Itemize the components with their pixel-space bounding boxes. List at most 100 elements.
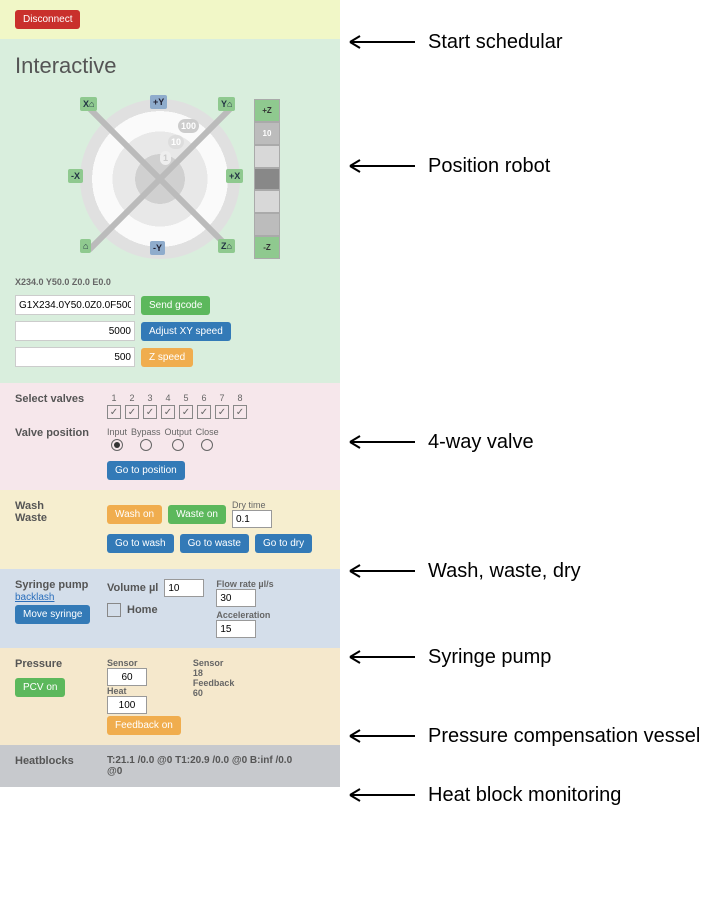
gcode-input[interactable] [15, 295, 135, 315]
minus-z-button[interactable]: -Z [254, 236, 280, 259]
select-valves-label: Select valves [15, 393, 95, 419]
volume-label: Volume µl [107, 582, 158, 594]
go-wash-button[interactable]: Go to wash [107, 534, 174, 553]
z-step-10[interactable]: 10 [254, 122, 280, 145]
step-10[interactable]: 10 [168, 135, 184, 149]
valve-checkbox-7[interactable]: ✓ [215, 405, 229, 419]
valve-number: 7 [219, 393, 224, 403]
move-syringe-button[interactable]: Move syringe [15, 605, 90, 624]
wash-on-button[interactable]: Wash on [107, 505, 162, 524]
jog-wheel[interactable]: X⌂ +Y Y⌂ -X +X ⌂ -Y Z⌂ 100 10 1 +Z 10 [60, 89, 280, 269]
z-step-n1[interactable] [254, 190, 280, 213]
valve-checkbox-4[interactable]: ✓ [161, 405, 175, 419]
z-speed-input[interactable] [15, 347, 135, 367]
feedback-read-label: Feedback [193, 678, 235, 688]
flow-input[interactable] [216, 589, 256, 607]
sensor-input-label: Sensor [107, 658, 181, 668]
step-100[interactable]: 100 [178, 119, 199, 133]
anno-syringe: Syringe pump [428, 646, 551, 669]
home-checkbox[interactable] [107, 603, 121, 617]
dry-time-label: Dry time [232, 500, 272, 510]
scheduler-section: Disconnect [0, 0, 340, 39]
backlash-link[interactable]: backlash [15, 592, 54, 603]
interactive-title: Interactive [15, 53, 325, 79]
z-column[interactable]: +Z 10 -Z [254, 99, 280, 259]
go-waste-button[interactable]: Go to waste [180, 534, 249, 553]
valve-checkbox-1[interactable]: ✓ [107, 405, 121, 419]
valve-radio-bypass[interactable] [140, 439, 152, 451]
valve-checkbox-2[interactable]: ✓ [125, 405, 139, 419]
valve-number: 1 [111, 393, 116, 403]
feedback-read-value: 60 [193, 688, 235, 698]
xy-wheel[interactable] [80, 99, 240, 259]
disconnect-button[interactable]: Disconnect [15, 10, 80, 29]
valve-number: 8 [237, 393, 242, 403]
valve-position-label: Valve position [15, 427, 95, 451]
valve-number: 6 [201, 393, 206, 403]
valve-option-label: Bypass [131, 427, 161, 437]
valve-checkboxes: 1✓2✓3✓4✓5✓6✓7✓8✓ [107, 393, 247, 419]
minus-x-button[interactable]: -X [68, 169, 83, 183]
position-readout: X234.0 Y50.0 Z0.0 E0.0 [15, 277, 325, 287]
heatblocks-readout: T:21.1 /0.0 @0 T1:20.9 /0.0 @0 B:inf /0.… [107, 755, 307, 777]
volume-input[interactable] [164, 579, 204, 597]
valve-radio-output[interactable] [172, 439, 184, 451]
adjust-xy-button[interactable]: Adjust XY speed [141, 322, 231, 341]
z-step-0[interactable] [254, 168, 280, 191]
minus-y-button[interactable]: -Y [150, 241, 165, 255]
go-dry-button[interactable]: Go to dry [255, 534, 312, 553]
plus-x-button[interactable]: +X [226, 169, 243, 183]
syringe-label: Syringe pump [15, 579, 95, 591]
valve-number: 4 [165, 393, 170, 403]
annotations-column: Start schedular Position robot 4-way val… [340, 0, 717, 807]
home-z-icon[interactable]: Z⌂ [218, 239, 235, 253]
heat-input[interactable] [107, 696, 147, 714]
pcv-on-button[interactable]: PCV on [15, 678, 65, 697]
accel-label: Acceleration [216, 610, 273, 620]
xy-speed-input[interactable] [15, 321, 135, 341]
valve-checkbox-8[interactable]: ✓ [233, 405, 247, 419]
valve-number: 3 [147, 393, 152, 403]
valve-checkbox-6[interactable]: ✓ [197, 405, 211, 419]
flow-label: Flow rate µl/s [216, 579, 273, 589]
waste-on-button[interactable]: Waste on [168, 505, 226, 524]
valve-checkbox-5[interactable]: ✓ [179, 405, 193, 419]
dry-time-input[interactable] [232, 510, 272, 528]
valve-option-label: Close [196, 427, 219, 437]
wash-section: Wash Waste Wash on Waste on Dry time Go … [0, 490, 340, 569]
feedback-on-button[interactable]: Feedback on [107, 716, 181, 735]
send-gcode-button[interactable]: Send gcode [141, 296, 210, 315]
sensor-read-label: Sensor [193, 658, 235, 668]
heatblocks-label: Heatblocks [15, 755, 95, 777]
anno-heat: Heat block monitoring [428, 784, 621, 807]
valve-checkbox-3[interactable]: ✓ [143, 405, 157, 419]
goto-position-button[interactable]: Go to position [107, 461, 185, 480]
sensor-input[interactable] [107, 668, 147, 686]
valve-radio-close[interactable] [201, 439, 213, 451]
z-step-1[interactable] [254, 145, 280, 168]
valve-position-radios: Input Bypass Output Close [107, 427, 219, 451]
anno-wash: Wash, waste, dry [428, 560, 581, 583]
home-label: Home [127, 604, 158, 616]
z-step-n10[interactable] [254, 213, 280, 236]
pressure-label: Pressure [15, 658, 95, 670]
valve-option-label: Output [165, 427, 192, 437]
heat-input-label: Heat [107, 686, 181, 696]
plus-y-button[interactable]: +Y [150, 95, 167, 109]
z-speed-button[interactable]: Z speed [141, 348, 193, 367]
valve-option-label: Input [107, 427, 127, 437]
plus-z-button[interactable]: +Z [254, 99, 280, 122]
pressure-section: Pressure PCV on Sensor Heat Feedback on … [0, 648, 340, 745]
heatblocks-section: Heatblocks T:21.1 /0.0 @0 T1:20.9 /0.0 @… [0, 745, 340, 787]
home-all-icon[interactable]: ⌂ [80, 239, 91, 253]
sensor-read-value: 18 [193, 668, 235, 678]
anno-valve: 4-way valve [428, 431, 534, 454]
valve-radio-input[interactable] [111, 439, 123, 451]
accel-input[interactable] [216, 620, 256, 638]
step-1[interactable]: 1 [160, 151, 171, 165]
anno-pressure: Pressure compensation vessel [428, 724, 700, 748]
syringe-section: Syringe pump backlash Move syringe Volum… [0, 569, 340, 648]
home-y-icon[interactable]: Y⌂ [218, 97, 235, 111]
home-x-icon[interactable]: X⌂ [80, 97, 97, 111]
anno-start: Start schedular [428, 31, 563, 54]
